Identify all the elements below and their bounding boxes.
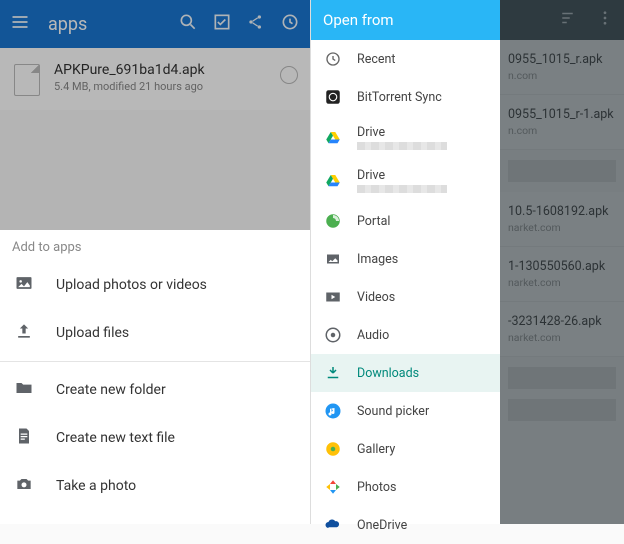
menu-upload-files[interactable]: Upload files (0, 309, 310, 357)
menu-new-folder[interactable]: Create new folder (0, 366, 310, 414)
gallery-icon (323, 439, 343, 459)
source-label: Images (357, 252, 398, 267)
search-icon[interactable] (178, 12, 198, 36)
text-icon (14, 426, 34, 450)
sort-icon[interactable] (560, 9, 578, 31)
menu-label: Create new folder (56, 382, 166, 398)
menu-take-photo[interactable]: Take a photo (0, 462, 310, 510)
menu-from-computer[interactable]: Add file from a computer (0, 510, 310, 524)
list-item[interactable]: 1-130550560.apk narket.com (500, 247, 624, 302)
source-audio[interactable]: Audio (311, 316, 500, 354)
action-sheet: Add to apps Upload photos or videos Uploa… (0, 230, 310, 524)
clock-icon (323, 49, 343, 69)
source-label: Downloads (357, 366, 419, 381)
source-label: Recent (357, 52, 396, 67)
item-meta: narket.com (508, 276, 616, 289)
file-row[interactable]: APKPure_691ba1d4.apk 5.4 MB, modified 21… (0, 48, 310, 110)
source-gallery[interactable]: Gallery (311, 430, 500, 468)
photos-icon (323, 477, 343, 497)
item-meta: n.com (508, 124, 616, 137)
source-label: BitTorrent Sync (357, 90, 442, 105)
images-icon (323, 249, 343, 269)
source-label: Videos (357, 290, 395, 305)
open-from-title: Open from (323, 11, 394, 29)
btsync-icon (323, 87, 343, 107)
folder-icon (14, 378, 34, 402)
source-drive2[interactable]: Drive (311, 159, 500, 202)
app-header: apps (0, 0, 310, 48)
list-item[interactable]: -3231428-26.apk narket.com (500, 302, 624, 357)
source-drive1[interactable]: Drive (311, 116, 500, 159)
file-icon (14, 64, 40, 96)
sheet-title: Add to apps (0, 230, 310, 261)
list-item[interactable]: 0955_1015_r.apk n.com (500, 40, 624, 95)
source-label: Sound picker (357, 404, 429, 419)
drive-icon (323, 171, 343, 191)
source-label: Portal (357, 214, 390, 229)
source-label: Drive (357, 125, 447, 140)
source-btsync[interactable]: BitTorrent Sync (311, 78, 500, 116)
portal-icon (323, 211, 343, 231)
item-name: 1-130550560.apk (508, 259, 616, 274)
source-images[interactable]: Images (311, 240, 500, 278)
item-name: 0955_1015_r.apk (508, 52, 616, 67)
source-photos[interactable]: Photos (311, 468, 500, 506)
check-icon[interactable] (212, 12, 232, 36)
file-action-icon[interactable] (280, 66, 298, 84)
drive-icon (323, 128, 343, 148)
divider (0, 361, 310, 362)
file-name: APKPure_691ba1d4.apk (54, 62, 205, 78)
redacted-text (357, 185, 447, 193)
sound-icon (323, 401, 343, 421)
source-portal[interactable]: Portal (311, 202, 500, 240)
history-icon[interactable] (280, 12, 300, 36)
source-label: Drive (357, 168, 447, 183)
open-from-header: Open from (311, 0, 500, 40)
item-name: 10.5-1608192.apk (508, 204, 616, 219)
source-downloads[interactable]: Downloads (311, 354, 500, 392)
download-icon (323, 363, 343, 383)
menu-new-text[interactable]: Create new text file (0, 414, 310, 462)
item-meta: narket.com (508, 221, 616, 234)
source-label: OneDrive (357, 518, 407, 533)
item-name: -3231428-26.apk (508, 314, 616, 329)
list-item-redacted (508, 367, 616, 389)
image-icon (14, 273, 34, 297)
camera-icon (14, 474, 34, 498)
overflow-icon[interactable] (596, 9, 614, 31)
audio-icon (323, 325, 343, 345)
list-item[interactable]: 10.5-1608192.apk narket.com (500, 192, 624, 247)
onedrive-icon (323, 515, 343, 535)
source-recent[interactable]: Recent (311, 40, 500, 78)
menu-label: Upload photos or videos (56, 277, 207, 293)
right-header (500, 0, 624, 40)
item-name: 0955_1015_r-1.apk (508, 107, 616, 122)
list-item[interactable]: 0955_1015_r-1.apk n.com (500, 95, 624, 150)
file-meta: 5.4 MB, modified 21 hours ago (54, 80, 205, 93)
videos-icon (323, 287, 343, 307)
menu-label: Upload files (56, 325, 129, 341)
menu-label: Take a photo (56, 478, 136, 494)
list-item-redacted (508, 399, 616, 421)
menu-label: Create new text file (56, 430, 175, 446)
redacted-text (357, 142, 447, 150)
list-item-redacted (508, 160, 616, 182)
upload-icon (14, 321, 34, 345)
menu-upload-media[interactable]: Upload photos or videos (0, 261, 310, 309)
source-label: Audio (357, 328, 389, 343)
source-videos[interactable]: Videos (311, 278, 500, 316)
menu-icon[interactable] (10, 12, 30, 36)
item-meta: narket.com (508, 331, 616, 344)
source-soundpicker[interactable]: Sound picker (311, 392, 500, 430)
source-label: Photos (357, 480, 396, 495)
item-meta: n.com (508, 69, 616, 82)
source-onedrive[interactable]: OneDrive (311, 506, 500, 544)
app-title: apps (48, 14, 164, 35)
share-icon[interactable] (246, 12, 266, 36)
source-label: Gallery (357, 442, 395, 457)
